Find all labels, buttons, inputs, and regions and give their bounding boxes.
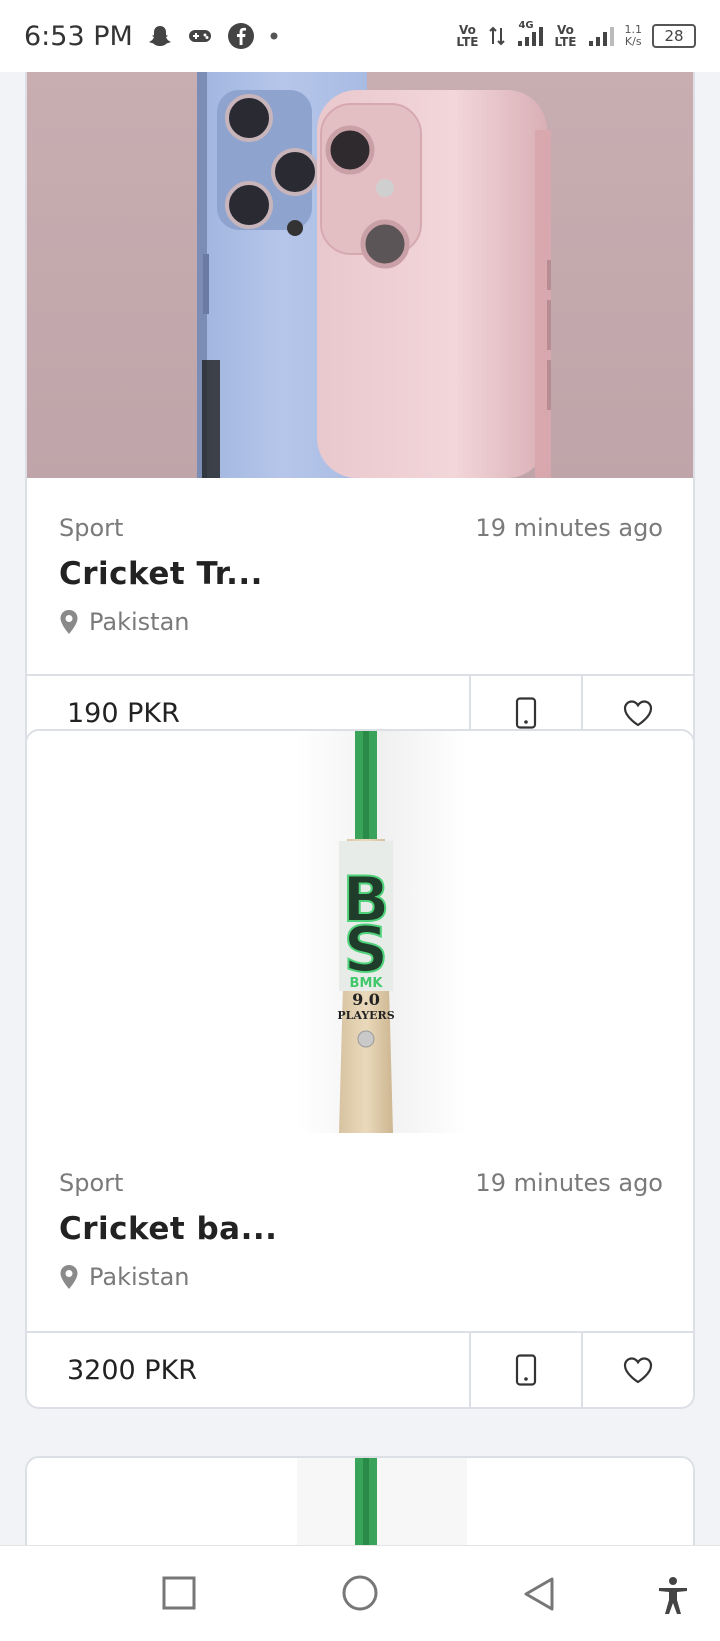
listing-time: 19 minutes ago — [475, 514, 663, 542]
heart-icon — [623, 700, 653, 727]
game-controller-icon — [187, 26, 213, 46]
network-speed: 1.1 K/s — [624, 23, 643, 48]
svg-text:BMK: BMK — [350, 976, 384, 991]
volte-label-1: Vo LTE — [456, 23, 479, 49]
listing-image-phones[interactable] — [27, 72, 693, 478]
listing-category: Sport — [59, 514, 124, 542]
map-pin-icon — [60, 1265, 78, 1289]
circle-icon — [342, 1575, 378, 1611]
home-button[interactable] — [341, 1574, 379, 1616]
phone-icon — [515, 1354, 537, 1386]
listing-image-bat[interactable]: B S BMK 9.0 PLAYERS — [27, 731, 693, 1133]
svg-text:PLAYERS: PLAYERS — [337, 1009, 394, 1022]
call-button[interactable] — [469, 1333, 581, 1407]
listing-card[interactable]: B S BMK 9.0 PLAYERS Sport 19 minutes ago… — [25, 729, 695, 1409]
system-nav-bar — [0, 1545, 720, 1641]
listing-image-bat[interactable] — [27, 1458, 693, 1545]
listings-feed[interactable]: Sport 19 minutes ago Cricket Tr... Pakis… — [0, 72, 720, 1545]
battery-indicator: 28 — [652, 24, 696, 48]
phone-icon — [515, 697, 537, 729]
location-label: Pakistan — [89, 608, 190, 636]
accessibility-icon — [659, 1577, 687, 1614]
accessibility-button[interactable] — [656, 1576, 690, 1620]
listing-location: Pakistan — [59, 1263, 190, 1291]
notification-dot-icon — [269, 31, 279, 41]
back-button[interactable] — [522, 1576, 556, 1616]
triangle-back-icon — [524, 1577, 554, 1611]
listing-time: 19 minutes ago — [475, 1169, 663, 1197]
favorite-button[interactable] — [581, 1333, 693, 1407]
square-icon — [162, 1576, 196, 1610]
map-pin-icon — [60, 610, 78, 634]
signal-4g-icon: 4G — [516, 20, 544, 48]
heart-icon — [623, 1357, 653, 1384]
recents-button[interactable] — [162, 1576, 196, 1614]
snapchat-icon — [147, 23, 173, 49]
listing-price: 3200 PKR — [67, 1354, 198, 1386]
listing-title[interactable]: Cricket Tr... — [59, 556, 263, 592]
listing-card[interactable]: Sport 19 minutes ago Cricket Tr... Pakis… — [25, 72, 695, 752]
listing-category: Sport — [59, 1169, 124, 1197]
status-time: 6:53 PM — [24, 20, 133, 52]
listing-info: Sport 19 minutes ago Cricket ba... Pakis… — [27, 1133, 693, 1333]
status-right: Vo LTE 4G Vo LTE 1.1 K/s 28 — [456, 20, 696, 49]
location-label: Pakistan — [89, 1263, 190, 1291]
facebook-icon — [227, 22, 255, 50]
status-bar: 6:53 PM Vo LTE 4G Vo LTE 1.1 K/s 28 — [0, 0, 720, 72]
volte-label-2: Vo LTE — [554, 23, 577, 49]
signal-icon — [587, 24, 615, 48]
listing-card[interactable] — [25, 1456, 695, 1545]
svg-text:9.0: 9.0 — [352, 990, 380, 1009]
listing-location: Pakistan — [59, 608, 190, 636]
data-arrows-icon — [488, 24, 506, 48]
listing-footer: 3200 PKR — [27, 1331, 693, 1407]
listing-info: Sport 19 minutes ago Cricket Tr... Pakis… — [27, 478, 693, 678]
listing-title[interactable]: Cricket ba... — [59, 1211, 277, 1247]
